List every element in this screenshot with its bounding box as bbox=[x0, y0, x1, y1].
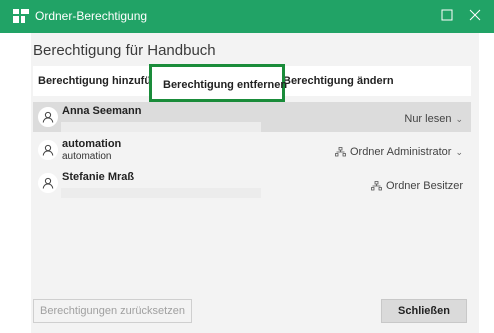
chevron-down-icon: ⌄ bbox=[455, 113, 463, 124]
member-list: Anna Seemann Nur lesen ⌄ automation auto… bbox=[33, 102, 471, 282]
person-icon bbox=[42, 111, 54, 123]
avatar bbox=[38, 173, 58, 193]
member-subtitle-bar bbox=[61, 188, 261, 198]
person-icon bbox=[42, 177, 54, 189]
permission-label: Nur lesen bbox=[404, 113, 452, 125]
member-name: Stefanie Mraß bbox=[62, 171, 135, 183]
permission-dropdown[interactable]: Nur lesen ⌄ bbox=[404, 113, 463, 125]
chevron-down-icon: ⌄ bbox=[455, 146, 463, 157]
member-subtitle-bar bbox=[61, 122, 261, 132]
member-row[interactable]: automation automation Ordner Administrat… bbox=[33, 135, 471, 165]
member-row[interactable]: Anna Seemann Nur lesen ⌄ bbox=[33, 102, 471, 132]
remove-permission-button[interactable]: Berechtigung entfernen bbox=[149, 64, 288, 102]
close-button[interactable]: Schließen bbox=[381, 299, 467, 323]
close-icon[interactable] bbox=[468, 8, 482, 22]
member-name: Anna Seemann bbox=[62, 105, 142, 117]
avatar bbox=[38, 140, 58, 160]
member-name: automation bbox=[62, 138, 122, 150]
permission-dropdown[interactable]: Ordner Administrator ⌄ bbox=[335, 146, 463, 158]
avatar bbox=[38, 107, 58, 127]
permission-label: Ordner Besitzer bbox=[385, 180, 463, 192]
title-bar: Ordner-Berechtigung bbox=[0, 0, 494, 33]
permission-label: Ordner Administrator bbox=[349, 146, 452, 158]
change-permission-button[interactable]: Berechtigung ändern bbox=[283, 75, 443, 87]
member-subtitle: automation bbox=[62, 151, 112, 162]
person-icon bbox=[42, 144, 54, 156]
org-icon bbox=[335, 147, 346, 157]
org-icon bbox=[371, 181, 382, 191]
reset-permissions-button[interactable]: Berechtigungen zurücksetzen bbox=[33, 299, 192, 323]
member-row[interactable]: Stefanie Mraß Ordner Besitzer bbox=[33, 168, 471, 198]
app-icon bbox=[13, 9, 29, 23]
window-title: Ordner-Berechtigung bbox=[35, 9, 148, 23]
add-permission-button[interactable]: Berechtigung hinzufügen bbox=[38, 75, 151, 87]
permission-value: Ordner Besitzer bbox=[371, 180, 463, 192]
remove-permission-label: Berechtigung entfernen bbox=[163, 79, 288, 91]
dialog-heading: Berechtigung für Handbuch bbox=[33, 42, 216, 59]
change-permission-label: Berechtigung ändern bbox=[283, 75, 394, 87]
maximize-icon[interactable] bbox=[440, 8, 454, 22]
